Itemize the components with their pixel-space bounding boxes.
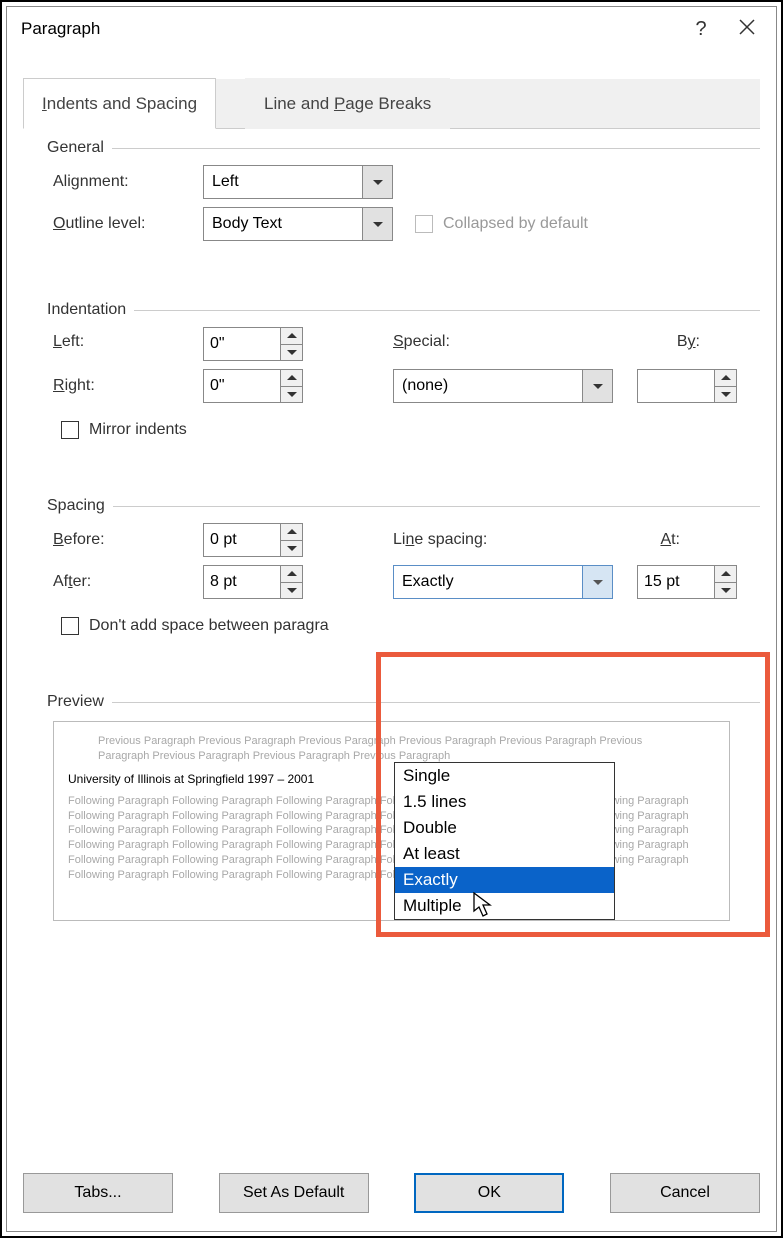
- after-spinner[interactable]: 8 pt: [203, 565, 303, 599]
- left-indent-label: Left:: [53, 327, 203, 351]
- special-label: Special:: [393, 327, 450, 351]
- dropdown-item-multiple[interactable]: Multiple: [395, 893, 614, 919]
- cancel-button[interactable]: Cancel: [610, 1173, 760, 1213]
- chevron-down-icon[interactable]: [362, 208, 392, 240]
- chevron-down-icon[interactable]: [582, 370, 612, 402]
- alignment-select[interactable]: Left: [203, 165, 393, 199]
- outline-label: Outline level:: [53, 215, 203, 233]
- spin-up-icon[interactable]: [715, 370, 736, 387]
- dropdown-item-1-5-lines[interactable]: 1.5 lines: [395, 789, 614, 815]
- group-preview: Preview: [35, 693, 104, 711]
- dropdown-item-at-least[interactable]: At least: [395, 841, 614, 867]
- special-select[interactable]: (none): [393, 369, 613, 403]
- titlebar: Paragraph ?: [7, 7, 776, 51]
- spin-up-icon[interactable]: [281, 524, 302, 541]
- collapsed-label: Collapsed by default: [443, 215, 588, 233]
- at-label: At:: [660, 531, 680, 549]
- alignment-label: Alignment:: [53, 173, 203, 191]
- collapsed-checkbox: [415, 215, 433, 233]
- chevron-down-icon[interactable]: [362, 166, 392, 198]
- line-spacing-label: Line spacing:: [393, 531, 487, 549]
- preview-following-text: Following Paragraph Following Paragraph …: [68, 794, 715, 883]
- spin-down-icon[interactable]: [281, 387, 302, 403]
- tabs-button[interactable]: Tabs...: [23, 1173, 173, 1213]
- set-as-default-button[interactable]: Set As Default: [219, 1173, 369, 1213]
- preview-box: Previous Paragraph Previous Paragraph Pr…: [53, 721, 730, 921]
- spin-down-icon[interactable]: [281, 345, 302, 361]
- group-spacing: Spacing: [35, 497, 105, 515]
- spin-up-icon[interactable]: [281, 370, 302, 387]
- line-spacing-select[interactable]: Exactly: [393, 565, 613, 599]
- no-space-between-label: Don't add space between paragra: [89, 617, 329, 635]
- ok-button[interactable]: OK: [414, 1173, 564, 1213]
- dropdown-item-single[interactable]: Single: [395, 763, 614, 789]
- spin-down-icon[interactable]: [281, 541, 302, 557]
- group-general: General: [35, 139, 104, 157]
- preview-sample-text: University of Illinois at Springfield 19…: [68, 772, 715, 786]
- spin-up-icon[interactable]: [281, 566, 302, 583]
- spin-up-icon[interactable]: [715, 566, 736, 583]
- dropdown-item-exactly[interactable]: Exactly: [395, 867, 614, 893]
- right-indent-spinner[interactable]: 0": [203, 369, 303, 403]
- spin-down-icon[interactable]: [281, 583, 302, 599]
- chevron-down-icon[interactable]: [582, 566, 612, 598]
- spin-down-icon[interactable]: [715, 387, 736, 403]
- footer: Tabs... Set As Default OK Cancel: [23, 1173, 760, 1213]
- no-space-between-checkbox[interactable]: [61, 617, 79, 635]
- preview-previous-text: Previous Paragraph Previous Paragraph Pr…: [68, 734, 715, 764]
- before-label: Before:: [53, 531, 203, 549]
- before-spinner[interactable]: 0 pt: [203, 523, 303, 557]
- tabs: Indents and Spacing Line and Page Breaks: [23, 79, 760, 129]
- spin-up-icon[interactable]: [281, 328, 302, 345]
- spin-down-icon[interactable]: [715, 583, 736, 599]
- tab-indents-spacing[interactable]: Indents and Spacing: [23, 78, 216, 129]
- dialog-title: Paragraph: [21, 19, 678, 39]
- close-button[interactable]: [724, 18, 770, 41]
- dropdown-item-double[interactable]: Double: [395, 815, 614, 841]
- at-spinner[interactable]: 15 pt: [637, 565, 737, 599]
- by-label: By:: [677, 327, 700, 351]
- paragraph-dialog: Paragraph ? Indents and Spacing Line and…: [6, 6, 777, 1232]
- after-label: After:: [53, 573, 203, 591]
- mirror-indents-checkbox[interactable]: [61, 421, 79, 439]
- by-spinner[interactable]: [637, 369, 737, 403]
- mirror-indents-label: Mirror indents: [89, 421, 187, 439]
- line-spacing-dropdown[interactable]: Single 1.5 lines Double At least Exactly…: [394, 762, 615, 920]
- outline-level-select[interactable]: Body Text: [203, 207, 393, 241]
- group-indentation: Indentation: [35, 301, 126, 319]
- help-button[interactable]: ?: [678, 18, 724, 41]
- tab-line-page-breaks[interactable]: Line and Page Breaks: [245, 78, 450, 129]
- left-indent-spinner[interactable]: 0": [203, 327, 303, 361]
- right-indent-label: Right:: [53, 377, 203, 395]
